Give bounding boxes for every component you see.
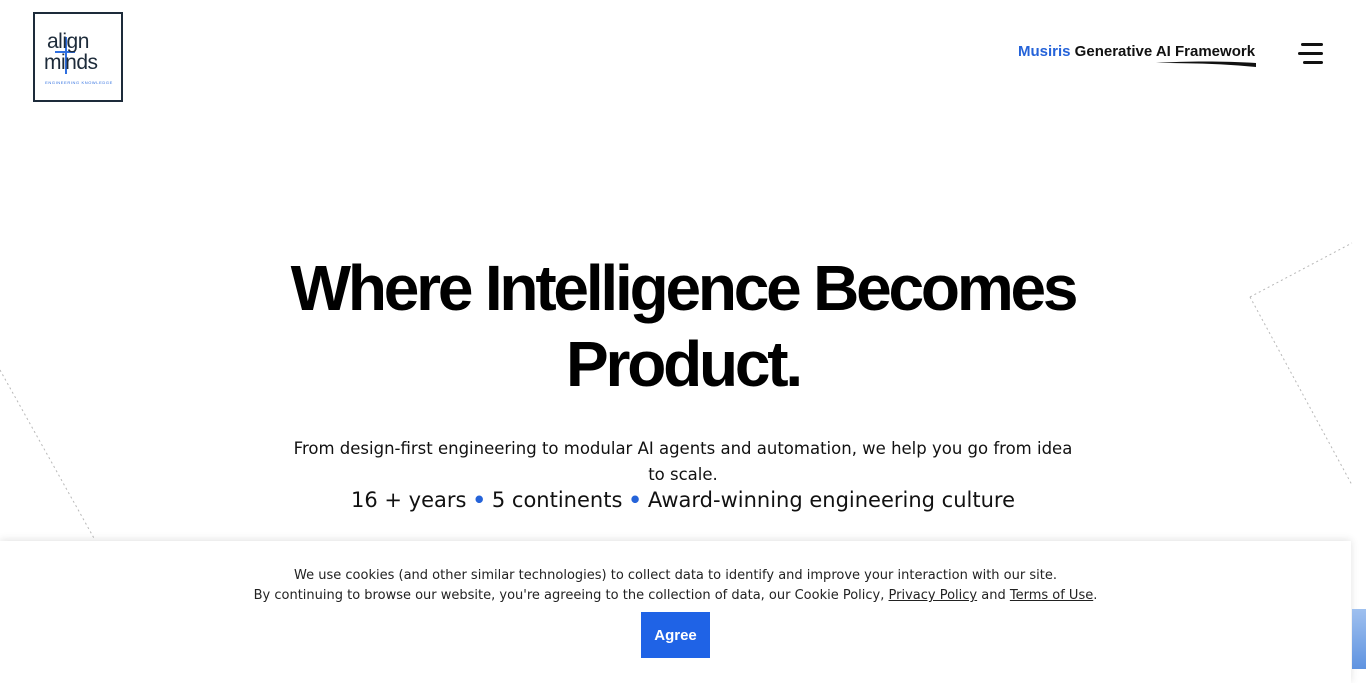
cookie-suffix: . — [1093, 588, 1098, 603]
hero-title: Where Intelligence Becomes Product. — [183, 250, 1183, 402]
cookie-banner: We use cookies (and other similar techno… — [0, 541, 1351, 683]
stat-separator: • — [628, 488, 642, 512]
framework-label: Generative AI Framework — [1070, 43, 1256, 60]
framework-brand: Musiris — [1018, 43, 1071, 60]
cookie-consent-text: By continuing to browse our website, you… — [0, 588, 1351, 603]
stat-years: 16 + years — [350, 488, 467, 512]
menu-bar-bottom — [1303, 61, 1323, 64]
cookie-consent-prefix: By continuing to browse our website, you… — [253, 588, 889, 603]
logo-tagline: ENGINEERING KNOWLEDGE — [45, 80, 113, 85]
hero-title-line1: Where Intelligence Becomes — [290, 252, 1079, 324]
terms-of-use-link[interactable]: Terms of Use — [1010, 588, 1093, 603]
stat-continents: 5 continents — [491, 488, 623, 512]
cookie-and: and — [977, 588, 1010, 603]
privacy-policy-link[interactable]: Privacy Policy — [889, 588, 978, 603]
hero-subtitle: From design-first engineering to modular… — [293, 439, 1073, 484]
stat-culture: Award-winning engineering culture — [647, 488, 1016, 512]
hero-title-line2: Product. — [566, 328, 803, 400]
logo-text-align: align — [47, 30, 89, 53]
hamburger-menu-icon[interactable] — [1298, 43, 1323, 65]
logo-text-minds: minds — [44, 51, 98, 74]
cookie-notice-text: We use cookies (and other similar techno… — [294, 568, 1057, 583]
alignminds-logo[interactable]: align minds ENGINEERING KNOWLEDGE — [33, 12, 123, 102]
side-feedback-tab[interactable] — [1352, 609, 1366, 669]
menu-bar-top — [1301, 43, 1323, 46]
agree-button[interactable]: Agree — [641, 612, 710, 658]
menu-bar-middle — [1298, 52, 1323, 55]
hero-stats: 16 + years • 5 continents • Award-winning en… — [283, 486, 1083, 514]
stat-separator: • — [472, 488, 486, 512]
framework-swoosh-underline — [1156, 61, 1256, 67]
